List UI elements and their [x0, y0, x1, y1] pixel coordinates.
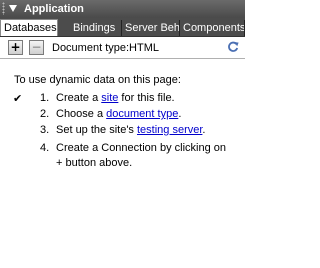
checkmark-icon: ✔	[13, 92, 23, 105]
tab-databases[interactable]: Databases	[0, 19, 58, 36]
drag-grip-icon[interactable]	[2, 2, 5, 15]
tab-server-behaviors[interactable]: Server Behaviors	[122, 20, 180, 36]
step-number: 1.	[40, 92, 50, 104]
step-text: Create a site for this file.	[56, 91, 236, 106]
document-type-label: Document type:HTML	[52, 41, 159, 55]
step-text: Set up the site's testing server.	[56, 123, 236, 138]
toolbar: + − Document type:HTML	[0, 37, 245, 59]
refresh-icon[interactable]	[227, 41, 239, 53]
step-text-after: .	[178, 108, 182, 120]
step-text-before: Create a	[56, 92, 102, 104]
instructions-intro: To use dynamic data on this page:	[14, 74, 181, 86]
step-number: 3.	[40, 124, 50, 136]
step-text: Create a Connection by clicking on + butt…	[56, 141, 236, 171]
testing-server-link[interactable]: testing server	[137, 124, 202, 136]
panel-titlebar[interactable]: Application	[0, 0, 245, 18]
step-text-after: .	[202, 124, 206, 136]
step-text-line1: Create a Connection by clicking on	[56, 142, 226, 154]
document-type-caption: Document type:	[52, 42, 130, 54]
document-type-value: HTML	[129, 42, 159, 54]
tab-components[interactable]: Components	[180, 20, 245, 36]
minus-icon: −	[31, 40, 42, 54]
instructions-area: To use dynamic data on this page: ✔ 1. C…	[0, 59, 245, 268]
document-type-link[interactable]: document type	[106, 108, 178, 120]
step-number: 4.	[40, 142, 50, 154]
collapse-arrow-icon[interactable]	[9, 5, 17, 12]
application-panel: Application Databases Bindings Server Be…	[0, 0, 245, 268]
add-button[interactable]: +	[8, 40, 23, 55]
tab-bindings[interactable]: Bindings	[70, 20, 122, 36]
step-text-after: for this file.	[118, 92, 175, 104]
step-text-before: Choose a	[56, 108, 107, 120]
site-link[interactable]: site	[101, 92, 118, 104]
tab-bar: Databases Bindings Server Behaviors Comp…	[0, 18, 245, 37]
step-text-before: Set up the site's	[56, 124, 137, 136]
plus-icon: +	[10, 40, 21, 54]
step-text: Choose a document type.	[56, 107, 236, 122]
step-text-line2: + button above.	[56, 157, 133, 169]
panel-title: Application	[24, 3, 84, 15]
remove-button[interactable]: −	[29, 40, 44, 55]
step-number: 2.	[40, 108, 50, 120]
